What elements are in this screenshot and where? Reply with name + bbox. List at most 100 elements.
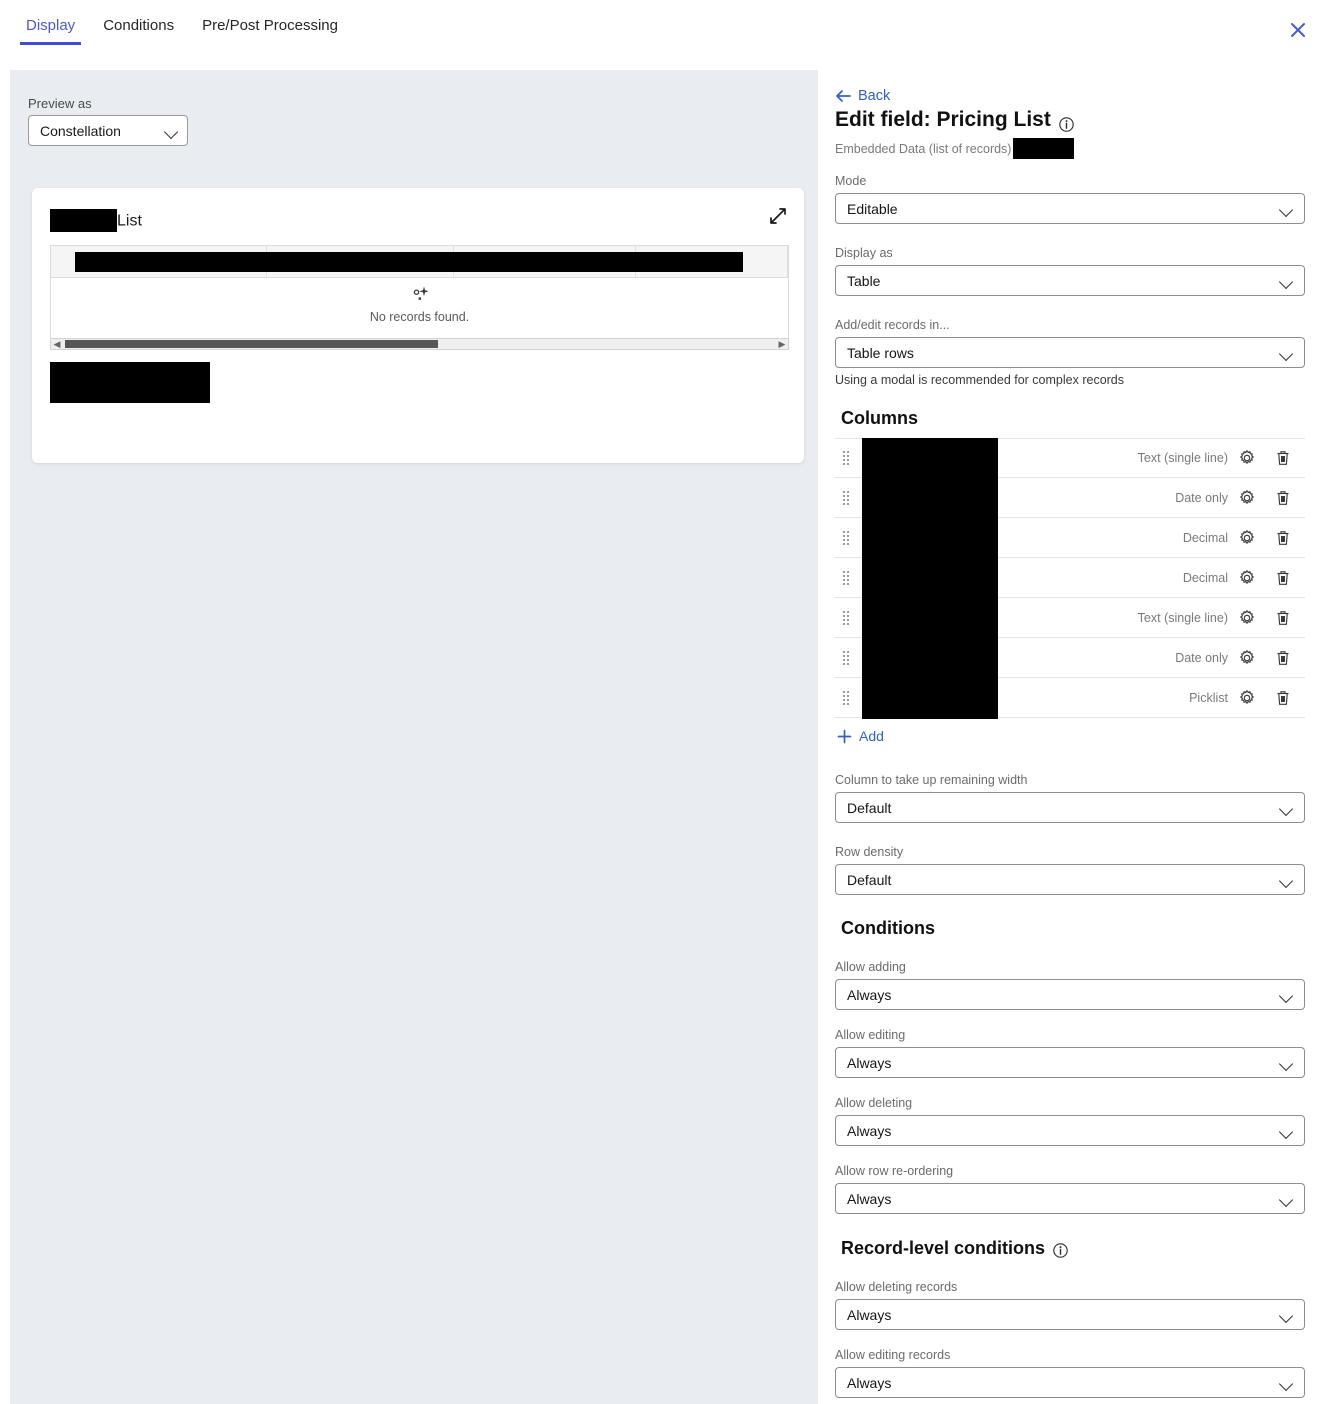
chevron-down-icon	[1280, 801, 1294, 815]
settings-panel: Back Edit field: Pricing List Embedded D…	[818, 56, 1338, 1404]
drag-handle-icon[interactable]	[839, 648, 853, 668]
tab-display[interactable]: Display	[12, 0, 89, 45]
field-allow-deleting-records-select[interactable]: Always	[835, 1299, 1305, 1330]
trash-icon[interactable]	[1274, 649, 1292, 667]
scroll-left-arrow-icon[interactable]: ◀	[51, 339, 63, 349]
field-add-edit-records-in-help: Using a modal is recommended for complex…	[835, 373, 1125, 387]
back-label: Back	[858, 88, 891, 104]
conditions-heading: Conditions	[841, 918, 935, 939]
field-allow-deleting-select[interactable]: Always	[835, 1115, 1305, 1146]
drag-handle-icon[interactable]	[839, 488, 853, 508]
gear-icon[interactable]	[1238, 649, 1256, 667]
empty-state-text: No records found.	[369, 310, 470, 324]
field-allow-editing-records-label: Allow editing records	[835, 1348, 951, 1362]
field-subtitle: Embedded Data (list of records)	[835, 138, 1075, 159]
drag-handle-icon[interactable]	[839, 568, 853, 588]
field-allow-editing-records-value: Always	[847, 1374, 892, 1391]
info-icon[interactable]	[1053, 1242, 1068, 1258]
redacted-field-name	[1013, 138, 1075, 159]
preview-table-horizontal-scrollbar[interactable]: ◀ ▶	[50, 338, 789, 350]
field-remaining-width-label: Column to take up remaining width	[835, 773, 1028, 787]
gear-icon[interactable]	[1238, 689, 1256, 707]
chevron-down-icon	[1280, 873, 1294, 887]
field-mode-value: Editable	[847, 200, 898, 217]
field-row-density: Row density Default	[835, 845, 1305, 895]
arrow-left-icon	[835, 89, 851, 103]
gear-icon[interactable]	[1238, 489, 1256, 507]
trash-icon[interactable]	[1274, 449, 1292, 467]
table-row[interactable]: Date only	[835, 637, 1305, 679]
chevron-down-icon	[165, 124, 179, 138]
redacted-column-name	[862, 637, 998, 679]
field-subtitle-text: Embedded Data (list of records)	[835, 141, 1012, 156]
field-remaining-width-select[interactable]: Default	[835, 792, 1305, 823]
columns-heading: Columns	[841, 408, 918, 429]
drag-handle-icon[interactable]	[839, 608, 853, 628]
field-row-density-select[interactable]: Default	[835, 864, 1305, 895]
close-icon[interactable]	[1286, 18, 1310, 42]
preview-as-select[interactable]: Constellation	[28, 115, 188, 146]
redacted-column-headers	[75, 252, 743, 272]
gear-icon[interactable]	[1238, 609, 1256, 627]
table-row[interactable]: Picklist	[835, 677, 1305, 719]
field-allow-row-reordering-select[interactable]: Always	[835, 1183, 1305, 1214]
drag-handle-icon[interactable]	[839, 448, 853, 468]
scroll-right-arrow-icon[interactable]: ▶	[776, 339, 788, 349]
field-add-edit-records-in-label: Add/edit records in...	[835, 318, 950, 332]
redacted-add-row-button[interactable]	[50, 362, 210, 403]
gear-icon[interactable]	[1238, 529, 1256, 547]
record-level-conditions-heading: Record-level conditions	[841, 1238, 1068, 1259]
field-add-edit-records-in: Add/edit records in... Table rows Using …	[835, 318, 1305, 387]
field-display-as-select[interactable]: Table	[835, 265, 1305, 296]
table-row[interactable]: Decimal	[835, 557, 1305, 599]
field-allow-deleting: Allow deleting Always	[835, 1096, 1305, 1146]
field-mode-select[interactable]: Editable	[835, 193, 1305, 224]
field-allow-editing-label: Allow editing	[835, 1028, 906, 1042]
field-row-density-label: Row density	[835, 845, 904, 859]
columns-list: Text (single line) Date only Decimal Dec…	[835, 438, 1305, 719]
field-allow-deleting-label: Allow deleting	[835, 1096, 913, 1110]
gear-icon[interactable]	[1238, 569, 1256, 587]
field-display-as: Display as Table	[835, 246, 1305, 296]
table-row[interactable]: Text (single line)	[835, 597, 1305, 639]
field-allow-editing-records-select[interactable]: Always	[835, 1367, 1305, 1398]
tab-conditions[interactable]: Conditions	[89, 0, 188, 45]
redacted-column-name	[862, 517, 998, 559]
chevron-down-icon	[1280, 988, 1294, 1002]
field-allow-row-reordering-label: Allow row re-ordering	[835, 1164, 954, 1178]
preview-table-header	[51, 246, 788, 278]
field-mode: Mode Editable	[835, 174, 1305, 224]
tab-pre-post-processing[interactable]: Pre/Post Processing	[188, 0, 352, 45]
field-allow-editing-records: Allow editing records Always	[835, 1348, 1305, 1398]
trash-icon[interactable]	[1274, 529, 1292, 547]
chevron-down-icon	[1280, 346, 1294, 360]
field-allow-editing: Allow editing Always	[835, 1028, 1305, 1078]
scrollbar-thumb[interactable]	[65, 340, 438, 348]
trash-icon[interactable]	[1274, 689, 1292, 707]
trash-icon[interactable]	[1274, 569, 1292, 587]
table-row[interactable]: Decimal	[835, 517, 1305, 559]
back-button[interactable]: Back	[835, 88, 890, 104]
expand-icon[interactable]	[768, 206, 788, 226]
field-allow-deleting-records-value: Always	[847, 1306, 892, 1323]
add-column-button[interactable]: Add	[837, 728, 884, 744]
field-remaining-width: Column to take up remaining width Defaul…	[835, 773, 1305, 823]
column-type-label: Date only	[1175, 650, 1228, 665]
field-allow-adding-select[interactable]: Always	[835, 979, 1305, 1010]
field-config-dialog: Display Conditions Pre/Post Processing P…	[0, 0, 1338, 1404]
preview-table-body: No records found.	[51, 278, 788, 338]
scrollbar-track[interactable]	[63, 339, 776, 349]
trash-icon[interactable]	[1274, 609, 1292, 627]
drag-handle-icon[interactable]	[839, 528, 853, 548]
field-allow-editing-select[interactable]: Always	[835, 1047, 1305, 1078]
table-row[interactable]: Date only	[835, 477, 1305, 519]
trash-icon[interactable]	[1274, 489, 1292, 507]
gear-icon[interactable]	[1238, 449, 1256, 467]
drag-handle-icon[interactable]	[839, 688, 853, 708]
column-type-label: Text (single line)	[1137, 451, 1228, 465]
info-icon[interactable]	[1059, 114, 1074, 132]
field-add-edit-records-in-select[interactable]: Table rows	[835, 337, 1305, 368]
table-row[interactable]: Text (single line)	[835, 438, 1305, 480]
column-type-label: Text (single line)	[1137, 610, 1228, 625]
sparkle-icon	[406, 285, 434, 305]
